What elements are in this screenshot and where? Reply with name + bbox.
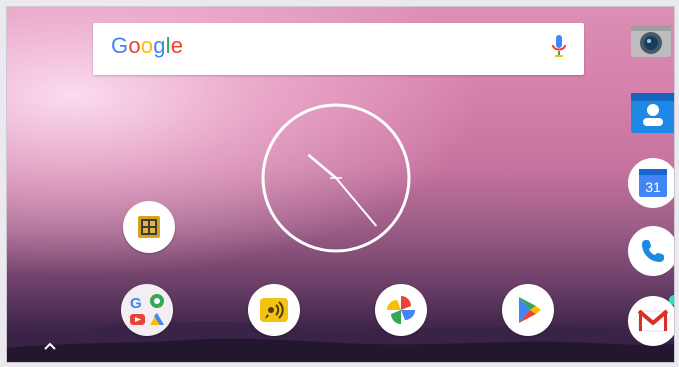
- calendar-icon[interactable]: 31: [627, 157, 674, 209]
- grid-app-icon[interactable]: [123, 201, 175, 253]
- logo-letter: o: [140, 33, 154, 58]
- svg-text:G: G: [130, 295, 142, 312]
- phone-icon[interactable]: [627, 225, 674, 277]
- home-screen: Google G 31: [6, 6, 675, 363]
- analog-clock-widget[interactable]: [261, 103, 411, 253]
- clock-hour-hand: [307, 154, 338, 180]
- notification-badge: [669, 295, 674, 305]
- logo-letter: g: [153, 33, 166, 58]
- contacts-icon[interactable]: [631, 89, 674, 141]
- google-logo: Google: [111, 33, 183, 59]
- sound-wave-icon[interactable]: [248, 284, 300, 336]
- logo-letter: e: [170, 33, 184, 58]
- camera-icon[interactable]: [629, 19, 674, 71]
- microphone-icon[interactable]: [552, 35, 566, 61]
- gmail-icon[interactable]: [627, 295, 674, 347]
- clock-minute-hand: [335, 177, 377, 227]
- wallpaper-mountains: [7, 321, 674, 362]
- pinwheel-icon[interactable]: [375, 284, 427, 336]
- google-search-bar[interactable]: Google: [93, 23, 584, 75]
- play-store-icon[interactable]: [502, 284, 554, 336]
- calendar-date-label: 31: [645, 179, 661, 195]
- logo-letter: o: [128, 33, 141, 58]
- google-folder-icon[interactable]: G: [121, 284, 173, 336]
- logo-letter: G: [111, 33, 129, 58]
- chevron-up-icon[interactable]: [43, 341, 57, 351]
